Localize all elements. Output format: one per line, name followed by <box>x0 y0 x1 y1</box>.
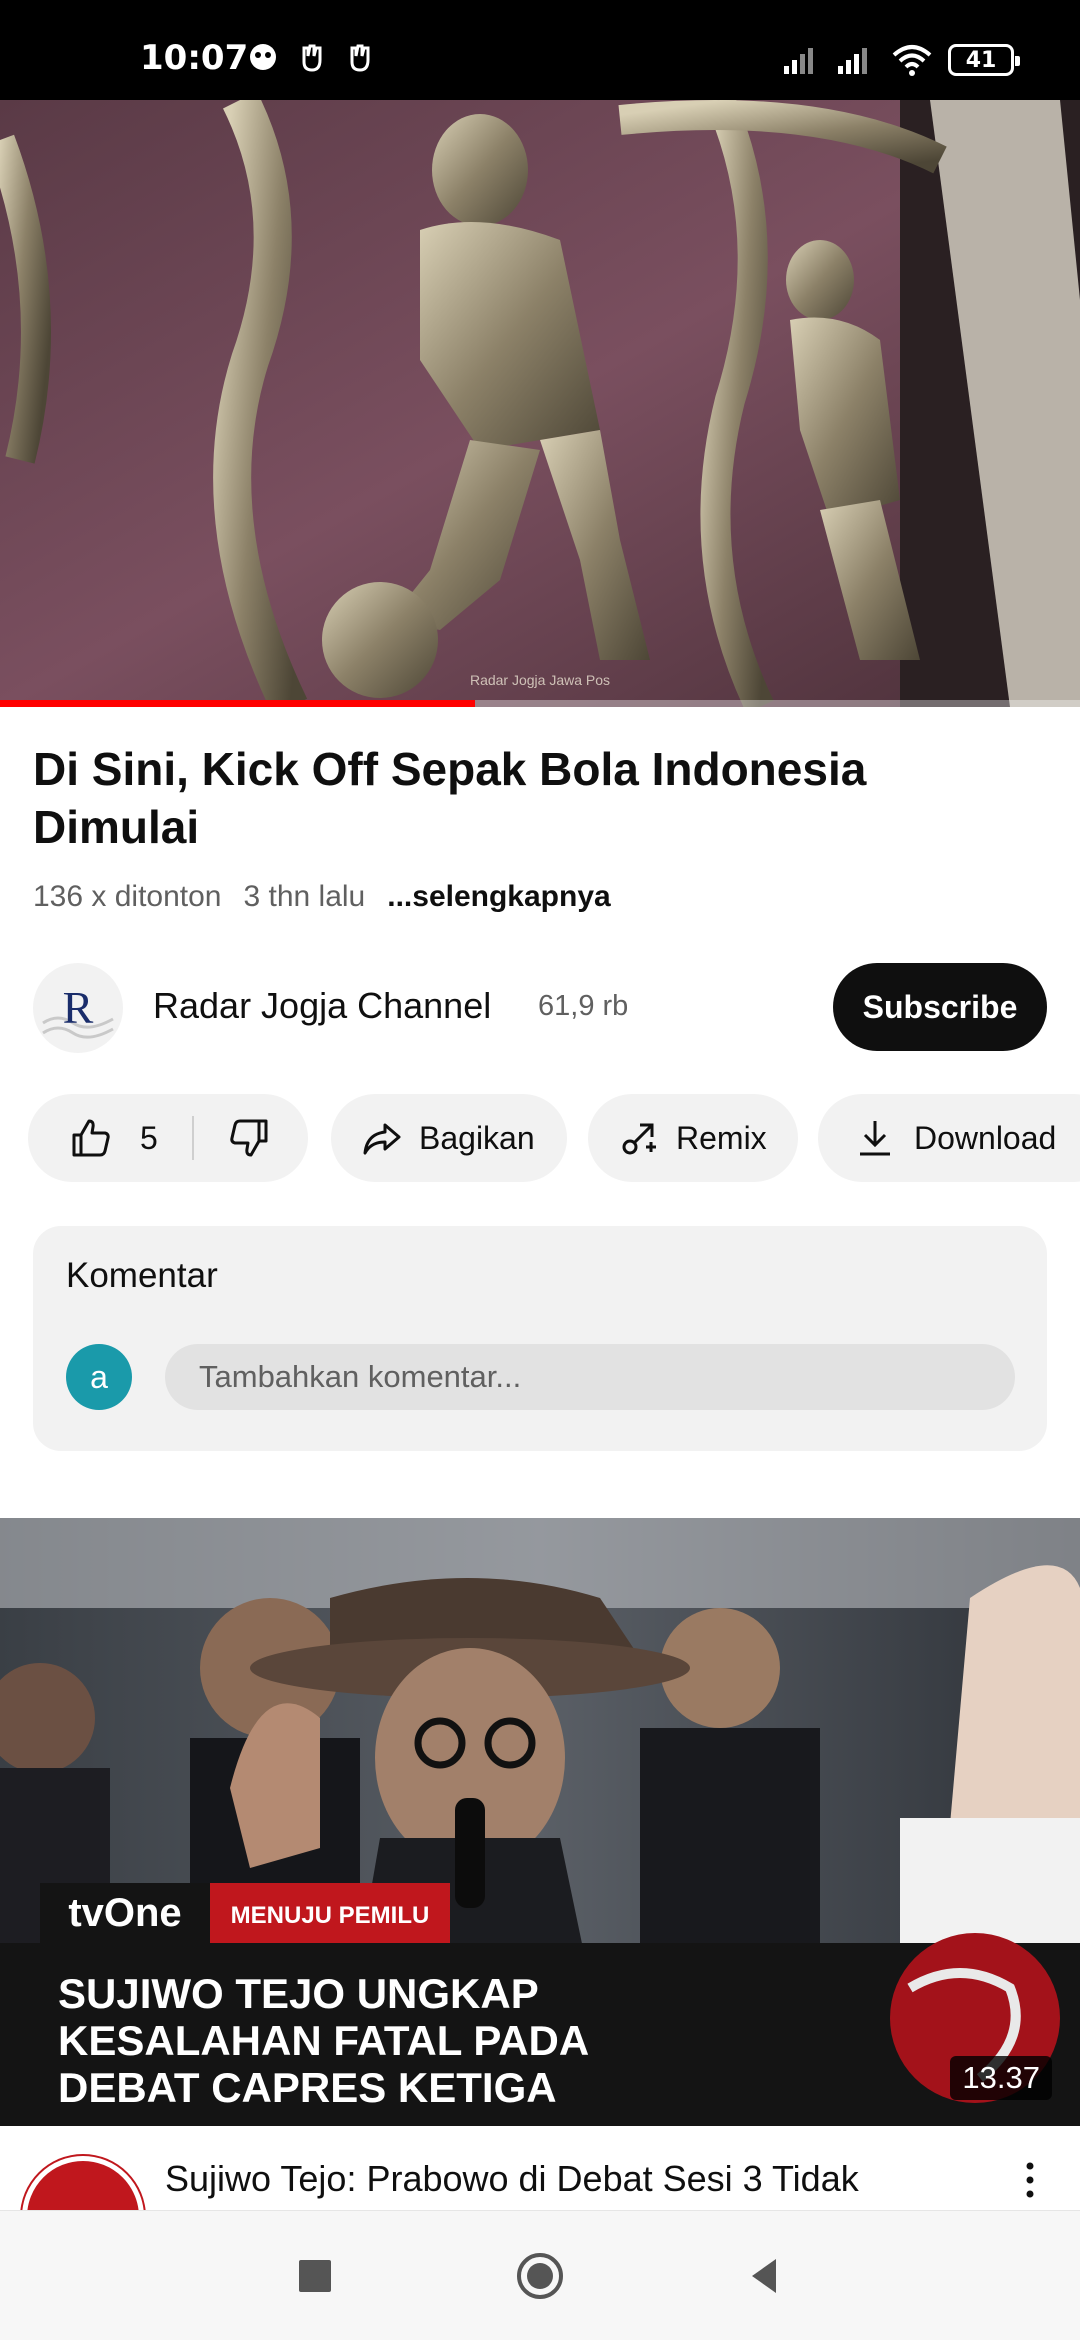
like-divider <box>192 1116 194 1160</box>
action-bar: 5 Bagikan Remix Download <box>28 1094 1080 1182</box>
thumbs-down-icon <box>230 1119 268 1157</box>
like-count: 5 <box>140 1119 158 1156</box>
remix-label: Remix <box>676 1119 767 1156</box>
hand-notification-icon-2 <box>350 44 370 72</box>
user-avatar: a <box>66 1344 132 1410</box>
signal-icon-2 <box>838 48 867 74</box>
share-label: Bagikan <box>419 1119 535 1156</box>
tvone-logo-text: tvOne <box>68 1891 181 1935</box>
video-meta[interactable]: 136 x ditonton 3 thn lalu ...selengkapny… <box>33 880 611 914</box>
recommended-video-thumbnail[interactable]: tvOne MENUJU PEMILU SUJIWO TEJO UNGKAP K… <box>0 1518 1080 2126</box>
subscribe-button[interactable]: Subscribe <box>833 963 1047 1051</box>
video-frame: Radar Jogja Jawa Pos <box>0 100 1080 707</box>
status-bar: 10:07 41 <box>0 0 1080 100</box>
like-button[interactable]: 5 <box>70 1117 158 1159</box>
remix-button[interactable]: Remix <box>588 1094 798 1182</box>
like-dislike-pill: 5 <box>28 1094 308 1182</box>
video-watermark: Radar Jogja Jawa Pos <box>470 672 610 688</box>
video-progress-fill <box>0 700 476 707</box>
download-button[interactable]: Download <box>818 1094 1080 1182</box>
share-button[interactable]: Bagikan <box>331 1094 567 1182</box>
headline-line-3: DEBAT CAPRES KETIGA <box>58 2064 557 2111</box>
system-navigation-bar <box>0 2210 1080 2340</box>
subscriber-count: 61,9 rb <box>538 990 629 1022</box>
notification-icon <box>250 44 276 70</box>
more-options-icon[interactable] <box>1020 2160 1040 2200</box>
banner-tag: MENUJU PEMILU <box>231 1902 430 1929</box>
upload-age: 3 thn lalu <box>243 880 366 913</box>
remix-icon <box>622 1123 656 1155</box>
recommended-channel-avatar[interactable] <box>22 2156 144 2210</box>
recommended-video-title[interactable]: Sujiwo Tejo: Prabowo di Debat Sesi 3 Tid… <box>165 2158 859 2200</box>
channel-name[interactable]: Radar Jogja Channel <box>153 985 491 1027</box>
headline-line-2: KESALAHAN FATAL PADA <box>58 2017 589 2064</box>
channel-row: R Radar Jogja Channel 61,9 rb Subscribe <box>33 963 1047 1053</box>
status-indicators: 41 <box>782 40 1020 80</box>
recommended-video-info[interactable]: Sujiwo Tejo: Prabowo di Debat Sesi 3 Tid… <box>0 2140 1080 2210</box>
recents-icon[interactable] <box>290 2251 340 2301</box>
back-icon[interactable] <box>740 2251 790 2301</box>
battery-indicator: 41 <box>948 44 1020 76</box>
wifi-icon <box>892 45 932 76</box>
channel-avatar[interactable]: R <box>33 963 123 1053</box>
recommended-thumbnail-image: tvOne MENUJU PEMILU SUJIWO TEJO UNGKAP K… <box>0 1518 1080 2126</box>
view-count: 136 x ditonton <box>33 880 222 913</box>
add-comment-input[interactable]: Tambahkan komentar... <box>165 1344 1015 1410</box>
download-icon <box>860 1121 890 1156</box>
channel-avatar-letter: R <box>63 982 94 1033</box>
show-more-link[interactable]: ...selengkapnya <box>387 880 610 914</box>
thumbs-up-icon <box>72 1119 110 1157</box>
home-icon[interactable] <box>515 2251 565 2301</box>
signal-icon <box>784 48 813 74</box>
video-duration: 13.37 <box>950 2056 1052 2100</box>
hand-notification-icon <box>302 44 322 72</box>
comments-title: Komentar <box>66 1256 218 1295</box>
video-progress-bar[interactable] <box>0 700 1080 707</box>
dislike-button[interactable] <box>228 1117 270 1167</box>
share-icon <box>363 1123 401 1155</box>
status-time: 10:07 <box>140 38 249 78</box>
download-label: Download <box>914 1119 1057 1156</box>
video-title: Di Sini, Kick Off Sepak Bola Indonesia D… <box>33 743 867 853</box>
comments-section[interactable]: Komentar a Tambahkan komentar... <box>33 1226 1047 1451</box>
headline-line-1: SUJIWO TEJO UNGKAP <box>58 1970 539 2017</box>
video-player[interactable]: Radar Jogja Jawa Pos <box>0 100 1080 707</box>
